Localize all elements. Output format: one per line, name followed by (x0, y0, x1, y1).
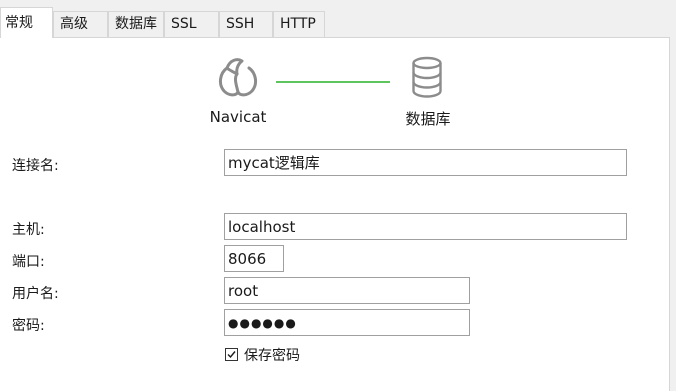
connection-name-label: 连接名: (12, 158, 59, 174)
navicat-label: Navicat (209, 108, 267, 126)
host-input[interactable] (224, 213, 627, 240)
tab-http[interactable]: HTTP (273, 11, 325, 37)
username-input[interactable] (224, 277, 470, 304)
connection-line (276, 81, 390, 83)
connection-name-input[interactable] (224, 149, 627, 176)
general-tab-panel: Navicat 数据库 连接名: 主机: 端口: 用户名: 密码: 保存密码 (0, 37, 670, 391)
save-password-checkbox[interactable] (225, 348, 238, 361)
tab-bar: 常规 高级 数据库 SSL SSH HTTP (0, 0, 676, 38)
password-label: 密码: (12, 318, 45, 334)
host-label: 主机: (12, 222, 45, 238)
password-input[interactable] (224, 309, 470, 336)
port-label: 端口: (12, 254, 45, 270)
tab-general[interactable]: 常规 (0, 7, 53, 38)
tab-ssh[interactable]: SSH (219, 11, 273, 37)
navicat-logo-icon (218, 58, 258, 97)
database-icon (412, 56, 442, 98)
tab-databases[interactable]: 数据库 (108, 11, 164, 37)
checkmark-icon (227, 351, 236, 359)
save-password-label[interactable]: 保存密码 (244, 345, 300, 365)
database-label: 数据库 (405, 110, 451, 128)
username-label: 用户名: (12, 286, 59, 302)
port-input[interactable] (224, 245, 284, 272)
tab-advanced[interactable]: 高级 (53, 11, 108, 37)
tab-ssl[interactable]: SSL (164, 11, 219, 37)
